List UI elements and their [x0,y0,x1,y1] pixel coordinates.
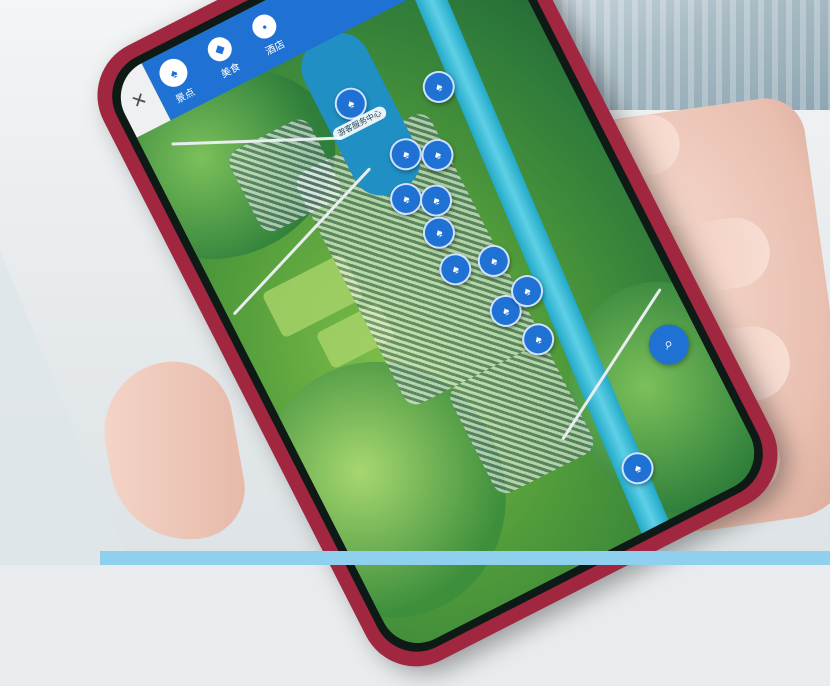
close-icon: ✕ [127,87,151,113]
tab-label: 酒店 [264,38,287,58]
phone: ♠ 游客服务中心 ♠ ♠ ♠ ♠ ♠ ♠ ♠ ♠ ♠ ♠ ♠ ♠ ⌕ ✕ ♠ 景… [78,0,797,686]
bottom-accent-band [100,551,830,565]
search-icon: ⌕ [660,334,677,354]
tab-attractions[interactable]: ♠ 景点 [154,54,201,108]
phone-screen: ♠ 游客服务中心 ♠ ♠ ♠ ♠ ♠ ♠ ♠ ♠ ♠ ♠ ♠ ♠ ⌕ ✕ ♠ 景… [96,0,779,667]
tab-hotel[interactable]: • 酒店 [248,10,288,58]
tab-label: 美食 [219,61,243,81]
tab-food[interactable]: ◆ 美食 [203,33,244,81]
